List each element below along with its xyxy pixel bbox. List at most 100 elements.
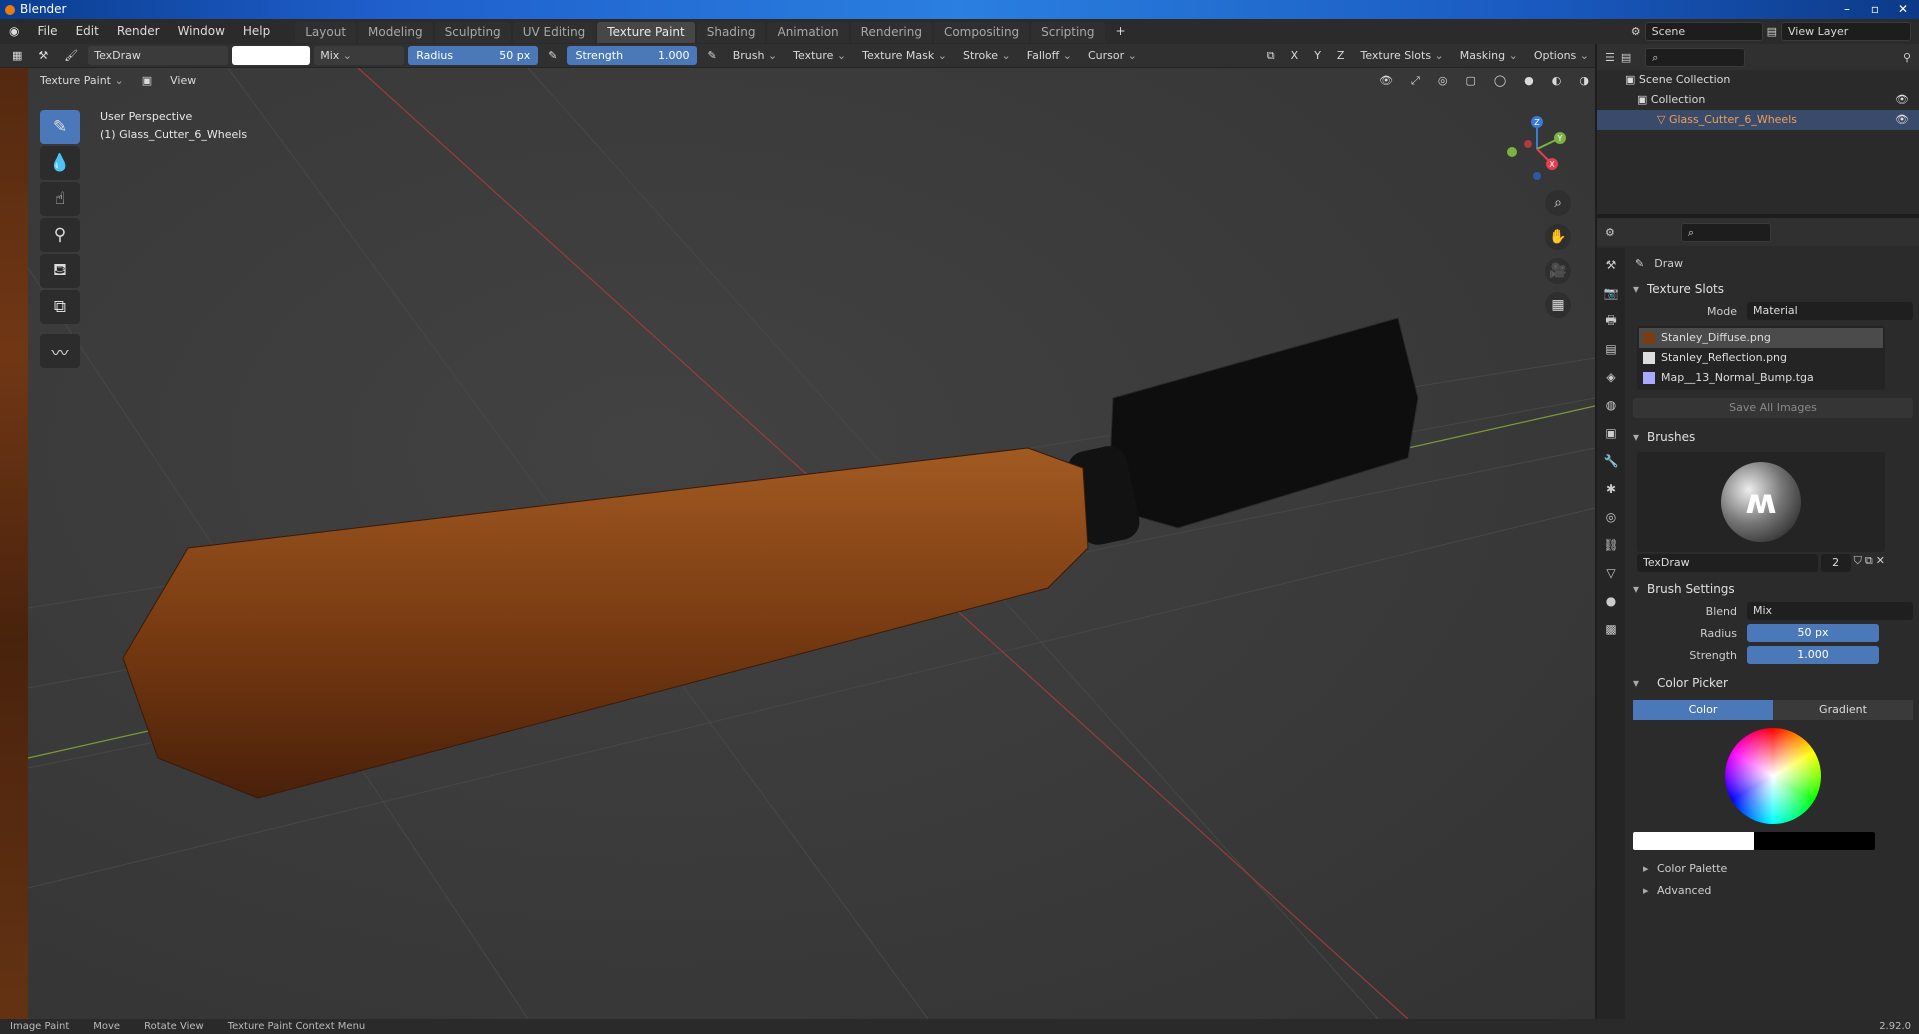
wireframe-shading-icon[interactable]: ◯ [1488,71,1512,90]
unlink-icon[interactable]: ✕ [1876,554,1885,572]
solid-shading-icon[interactable]: ● [1518,71,1540,90]
brush-name-field[interactable]: TexDraw [88,46,229,65]
stroke-menu[interactable]: Stroke [957,46,1017,65]
neg-z-axis-icon[interactable] [1533,172,1541,180]
list-item[interactable]: Stanley_Reflection.png [1639,348,1883,368]
fake-user-icon[interactable]: ⛉ [1854,554,1862,572]
outliner-row[interactable]: ▣ Scene Collection [1597,70,1919,90]
tab-rendering[interactable]: Rendering [850,22,932,43]
color-palette-panel-header[interactable]: Color Palette [1627,858,1919,880]
brush-users-count[interactable]: 2 [1820,554,1851,572]
scene-tab-icon[interactable]: ◈ [1601,366,1621,388]
3d-viewport[interactable] [28,68,1595,1019]
pan-hand-icon[interactable]: ✋ [1545,224,1571,250]
tool-settings-icon[interactable]: ⚒ [32,46,54,65]
list-item[interactable]: Stanley_Diffuse.png [1639,328,1883,348]
scene-field[interactable]: Scene [1644,22,1763,41]
soften-tool-icon[interactable]: 💧 [40,146,80,180]
cursor-menu[interactable]: Cursor [1082,46,1143,65]
strength-field[interactable]: 1.000 [1747,646,1879,664]
eye-icon[interactable]: 👁 [1895,90,1909,110]
world-tab-icon[interactable]: ◍ [1601,394,1621,416]
menu-render[interactable]: Render [108,19,169,44]
image-editor-strip[interactable] [0,68,28,1019]
texture-menu[interactable]: Texture [787,46,852,65]
filter-icon[interactable]: ⚲ [1903,51,1919,64]
tab-uv-editing[interactable]: UV Editing [512,22,596,43]
brushes-panel-header[interactable]: Brushes [1627,426,1919,448]
output-tab-icon[interactable]: 🖶 [1601,310,1621,332]
menu-window[interactable]: Window [169,19,234,44]
menu-file[interactable]: File [28,19,66,44]
axis-y-toggle[interactable]: Y [1308,46,1327,65]
draw-tool-icon[interactable]: ✎ [40,110,80,144]
symmetry-icon[interactable]: ⧉ [1261,46,1281,65]
radius-slider[interactable]: Radius 50 px [408,46,539,65]
brush-menu[interactable]: Brush [727,46,783,65]
xray-icon[interactable]: ▢ [1459,71,1481,90]
color-swatch[interactable] [232,46,311,65]
save-all-images-button[interactable]: Save All Images [1633,398,1913,418]
modifier-tab-icon[interactable]: 🔧 [1601,450,1621,472]
rendered-shading-icon[interactable]: ◑ [1573,71,1595,90]
mode-dropdown[interactable]: Texture Paint [34,71,130,90]
tab-animation[interactable]: Animation [767,22,849,43]
mask-toggle-icon[interactable]: ▣ [136,71,158,90]
eye-icon[interactable]: 👁 [1895,110,1909,130]
color-tab[interactable]: Color [1633,700,1773,720]
tab-scripting[interactable]: Scripting [1031,22,1105,43]
annotate-tool-icon[interactable]: 〰 [40,334,80,368]
overlay-toggle-icon[interactable]: ◎ [1432,71,1454,90]
falloff-menu[interactable]: Falloff [1021,46,1078,65]
tab-layout[interactable]: Layout [295,22,357,43]
texture-tab-icon[interactable]: ▩ [1601,618,1621,640]
data-tab-icon[interactable]: ▽ [1601,562,1621,584]
tab-sculpting[interactable]: Sculpting [434,22,511,43]
grid-perspective-icon[interactable]: ▦ [1545,292,1571,318]
neg-y-axis-icon[interactable] [1507,147,1517,157]
fill-tool-icon[interactable]: ⛾ [40,254,80,288]
options-menu[interactable]: Options [1528,46,1595,65]
menu-help[interactable]: Help [234,19,279,44]
outliner-search-input[interactable]: ⌕ [1645,47,1746,67]
physics-tab-icon[interactable]: ◎ [1601,506,1621,528]
tab-compositing[interactable]: Compositing [933,22,1030,43]
scene-icon[interactable]: ⚙ [1631,25,1641,38]
blend-dropdown-field[interactable]: Mix [1747,602,1913,620]
minimize-icon[interactable]: – [1837,0,1857,19]
blender-menu-icon[interactable]: ◉ [0,19,28,44]
gradient-tab[interactable]: Gradient [1773,700,1913,720]
add-workspace-icon[interactable]: + [1107,19,1135,44]
gizmo-toggle-icon[interactable]: ⤢ [1405,71,1426,90]
clone-tool-icon[interactable]: ⚲ [40,218,80,252]
outliner-row[interactable]: ▽ Glass_Cutter_6_Wheels 👁 [1597,110,1919,130]
color-picker-panel-header[interactable]: Color Picker [1627,672,1919,694]
outliner-row[interactable]: ▣ Collection 👁 [1597,90,1919,110]
masking-menu[interactable]: Masking [1454,46,1524,65]
mask-tool-icon[interactable]: ⧉ [40,290,80,324]
view-menu[interactable]: View [164,71,202,90]
material-shading-icon[interactable]: ◐ [1546,71,1568,90]
color-wheel[interactable] [1725,728,1821,824]
maximize-icon[interactable]: ▫ [1865,0,1885,19]
brush-icon[interactable]: 🖌 [58,46,84,65]
object-tab-icon[interactable]: ▣ [1601,422,1621,444]
particles-tab-icon[interactable]: ✱ [1601,478,1621,500]
brush-settings-panel-header[interactable]: Brush Settings [1627,578,1919,600]
tab-shading[interactable]: Shading [696,22,766,43]
texture-slots-menu[interactable]: Texture Slots [1354,46,1449,65]
neg-x-axis-icon[interactable] [1524,140,1532,148]
pressure-icon[interactable]: ✎ [542,46,563,65]
tab-texture-paint[interactable]: Texture Paint [597,22,695,43]
strength-slider[interactable]: Strength 1.000 [567,46,698,65]
color-swatches[interactable] [1633,832,1875,850]
duplicate-icon[interactable]: ⧉ [1865,554,1873,572]
pressure-strength-icon[interactable]: ✎ [701,46,722,65]
close-icon[interactable]: ✕ [1893,0,1913,19]
brush-name-input[interactable]: TexDraw [1637,554,1818,572]
tool-tab-icon[interactable]: ⚒ [1601,254,1621,276]
texture-mask-menu[interactable]: Texture Mask [856,46,953,65]
axis-z-toggle[interactable]: Z [1331,46,1351,65]
advanced-panel-header[interactable]: Advanced [1627,880,1919,902]
brush-preview[interactable]: ʍ [1637,452,1885,552]
